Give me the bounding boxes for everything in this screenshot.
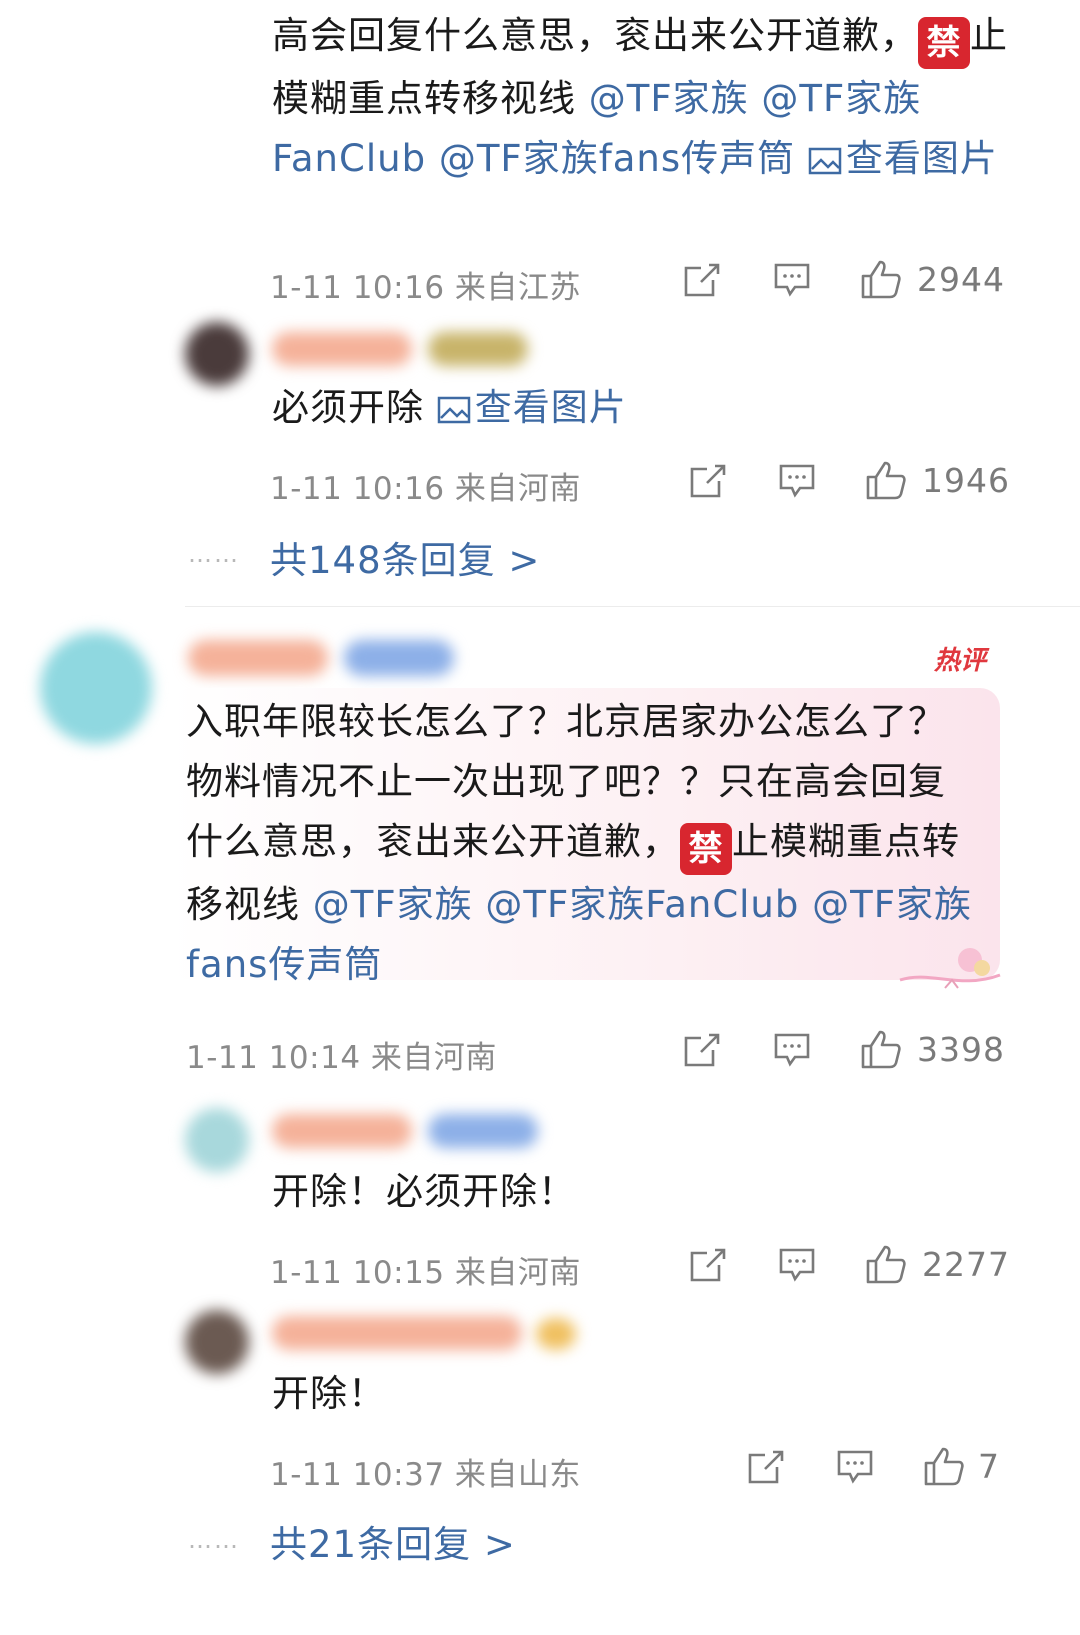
image-icon	[808, 147, 842, 175]
avatar[interactable]	[40, 632, 152, 744]
comment-meta: 1-11 10:16 来自江苏	[270, 270, 581, 306]
like-icon[interactable]	[923, 1445, 965, 1487]
like-count: 1946	[922, 461, 1010, 500]
ban-emoji-icon: 禁	[918, 17, 970, 69]
like-icon[interactable]	[860, 1028, 902, 1070]
hot-comment-badge: 热评	[934, 646, 987, 676]
like-icon[interactable]	[865, 1243, 907, 1285]
user-badge	[428, 332, 528, 366]
share-icon[interactable]	[683, 1032, 721, 1068]
comment-meta: 1-11 10:14 来自河南	[186, 1040, 497, 1076]
comment-icon[interactable]	[773, 262, 811, 298]
view-image-link[interactable]: 查看图片	[437, 386, 627, 429]
like-count: 2944	[917, 260, 1005, 299]
username[interactable]	[272, 1114, 412, 1148]
comment-text: 开除！	[272, 1372, 386, 1415]
user-badge	[428, 1114, 538, 1148]
user-badge	[536, 1318, 576, 1350]
username[interactable]	[272, 332, 412, 366]
avatar[interactable]	[185, 322, 249, 386]
like-count: 3398	[917, 1030, 1005, 1069]
comment-text: 开除！必须开除！	[272, 1170, 576, 1213]
share-icon[interactable]	[747, 1449, 785, 1485]
image-icon	[437, 396, 471, 424]
comment-meta: 1-11 10:37 来自山东	[270, 1457, 581, 1493]
mention-link[interactable]: @TF家族	[589, 77, 749, 120]
share-icon[interactable]	[689, 463, 727, 499]
avatar[interactable]	[185, 1108, 249, 1172]
more-replies-link[interactable]: 共148条回复 >	[270, 530, 540, 584]
comment-text: 必须开除 查看图片	[272, 386, 627, 429]
comment-icon[interactable]	[778, 1247, 816, 1283]
like-count: 7	[978, 1447, 1000, 1486]
comment-meta: 1-11 10:15 来自河南	[270, 1255, 581, 1291]
comment-icon[interactable]	[836, 1449, 874, 1485]
more-dots: ……	[188, 1526, 240, 1554]
share-icon[interactable]	[683, 262, 721, 298]
view-image-link[interactable]: 查看图片	[808, 137, 998, 180]
comment-text: 入职年限较长怎么了？北京居家办公怎么了？物料情况不止一次出现了吧？？只在高会回复…	[186, 700, 973, 986]
share-icon[interactable]	[689, 1247, 727, 1283]
username[interactable]	[188, 640, 328, 676]
ban-emoji-icon: 禁	[680, 823, 732, 875]
divider	[185, 606, 1080, 607]
mention-link[interactable]: @TF家族fans传声筒	[439, 137, 795, 180]
like-icon[interactable]	[865, 459, 907, 501]
comment-text: 高会回复什么意思，衮出来公开道歉，禁止模糊重点转移视线 @TF家族 @TF家族F…	[272, 14, 1008, 180]
comment-icon[interactable]	[773, 1032, 811, 1068]
mention-link[interactable]: @TF家族	[313, 883, 473, 926]
like-count: 2277	[922, 1245, 1010, 1284]
comment-icon[interactable]	[778, 463, 816, 499]
more-replies-link[interactable]: 共21条回复 >	[270, 1514, 516, 1568]
username[interactable]	[272, 1316, 522, 1350]
user-badge	[344, 640, 454, 676]
comment-meta: 1-11 10:16 来自河南	[270, 471, 581, 507]
mention-link[interactable]: @TF家族FanClub	[485, 883, 799, 926]
like-icon[interactable]	[860, 258, 902, 300]
avatar[interactable]	[185, 1310, 249, 1374]
more-dots: ……	[188, 540, 240, 568]
